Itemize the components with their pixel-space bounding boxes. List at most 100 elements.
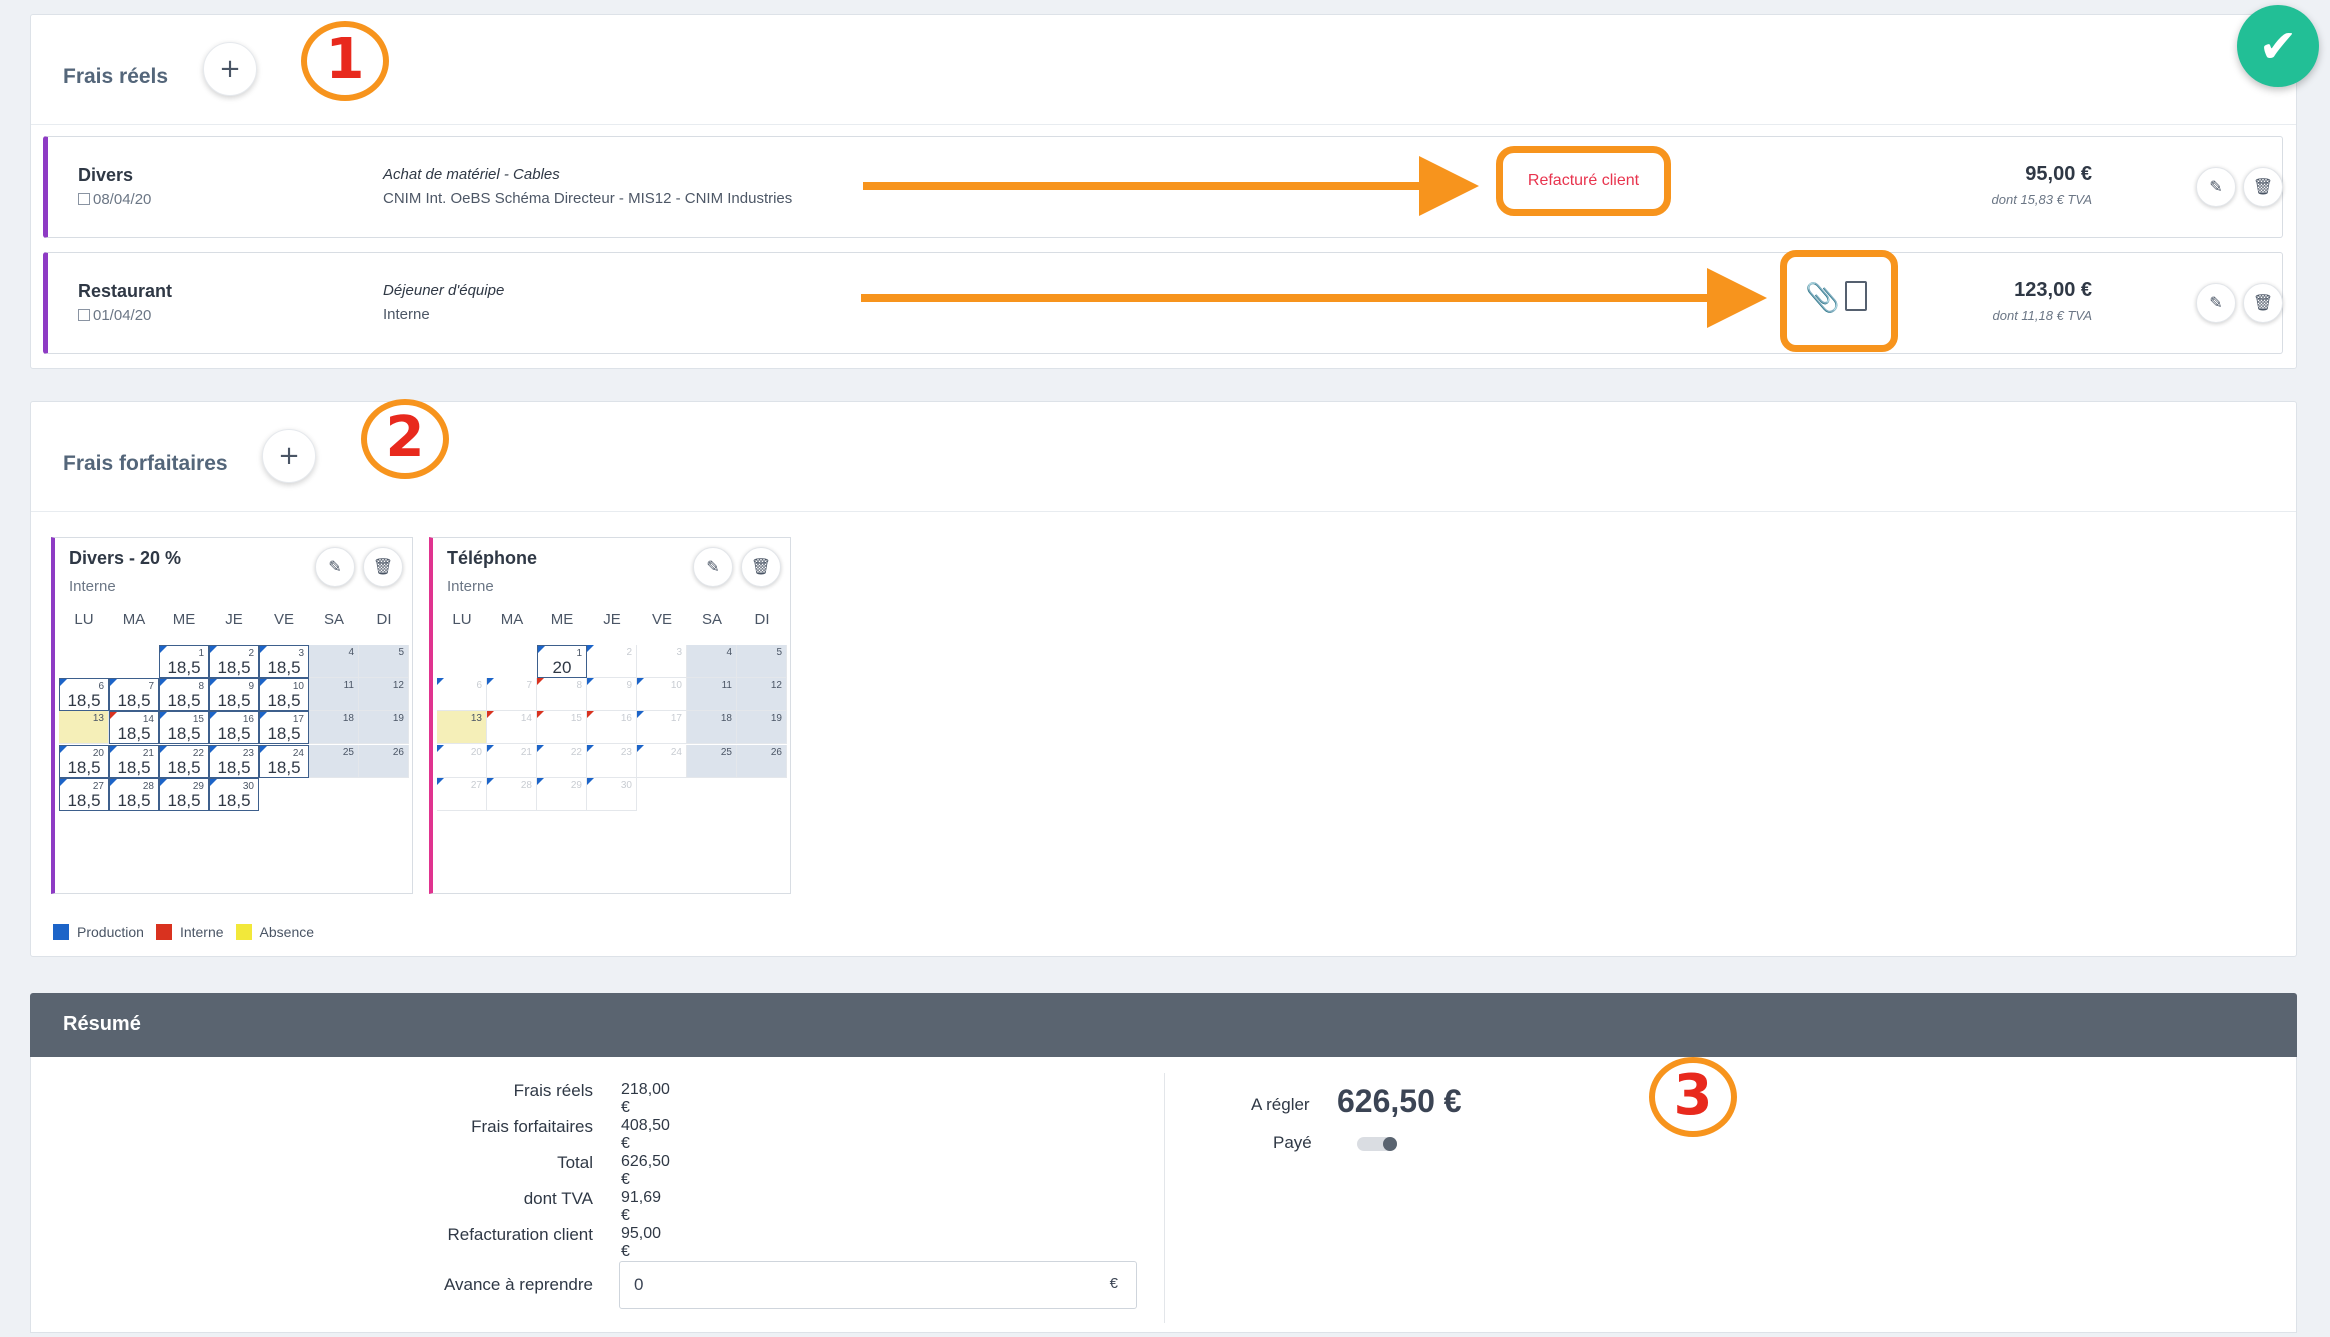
calendar-day-cell[interactable]: 16: [587, 711, 637, 745]
validate-check-button[interactable]: ✔: [2237, 5, 2319, 87]
calendar-day-cell[interactable]: 22: [537, 744, 587, 778]
day-number: 2: [626, 647, 632, 658]
calendar-day-cell[interactable]: 22 18,5: [159, 744, 209, 778]
pencil-icon: ✎: [2209, 177, 2223, 196]
calendar-day-cell[interactable]: 29 18,5: [159, 777, 209, 811]
calendar-day-cell[interactable]: 15: [537, 711, 587, 745]
calendar-day-cell[interactable]: 14 18,5: [109, 711, 159, 745]
calendar-day-cell[interactable]: 6 18,5: [59, 678, 109, 712]
file-image-icon[interactable]: [1845, 281, 1867, 311]
day-value: 20: [552, 658, 572, 677]
calendar-day-cell[interactable]: 2: [587, 645, 637, 678]
paye-toggle[interactable]: [1357, 1137, 1397, 1151]
calendar-day-cell[interactable]: 27: [437, 777, 487, 811]
calendar-day-cell[interactable]: 1 18,5: [159, 645, 209, 678]
delete-expense-button[interactable]: 🗑: [2243, 283, 2283, 323]
calendar-day-cell[interactable]: 7: [487, 678, 537, 712]
calendar-day-cell[interactable]: 13: [437, 711, 487, 745]
calendar-day-cell[interactable]: 20 18,5: [59, 744, 109, 778]
calendar-day-cell[interactable]: 28: [487, 777, 537, 811]
summary-value: 626,50 €: [621, 1153, 670, 1188]
calendar-day-cell[interactable]: 12: [359, 678, 409, 712]
calendar-day-cell[interactable]: 26: [359, 744, 409, 778]
calendar-day-cell[interactable]: 21: [487, 744, 537, 778]
calendar-day-cell[interactable]: 5: [359, 645, 409, 678]
calendar-day-cell[interactable]: 24: [637, 744, 687, 778]
calendar-day-cell[interactable]: 17: [637, 711, 687, 745]
day-number: 5: [776, 647, 782, 658]
calendar-day-cell[interactable]: 28 18,5: [109, 777, 159, 811]
calendar-day-cell[interactable]: 17 18,5: [259, 711, 309, 745]
calendar-day-cell[interactable]: 10: [637, 678, 687, 712]
calendar-day-cell[interactable]: 25: [309, 744, 359, 778]
day-number: 4: [348, 647, 354, 658]
edit-expense-button[interactable]: ✎: [2196, 283, 2236, 323]
day-number: 19: [392, 713, 404, 725]
calendar-day-cell[interactable]: 6: [437, 678, 487, 712]
calendar-day-cell[interactable]: 18: [309, 711, 359, 745]
day-marker: [637, 711, 644, 719]
day-marker: [260, 679, 267, 687]
calendar-day-cell[interactable]: 1 20: [537, 645, 587, 678]
day-value: 18,5: [267, 658, 301, 677]
delete-expense-button[interactable]: 🗑: [2243, 167, 2283, 207]
calendar-day-cell[interactable]: 7 18,5: [109, 678, 159, 712]
calendar-day-cell[interactable]: 27 18,5: [59, 777, 109, 811]
delete-calendar-button[interactable]: 🗑: [741, 547, 781, 587]
paperclip-icon[interactable]: 📎: [1805, 281, 1840, 314]
add-frais-reel-button[interactable]: +: [203, 42, 257, 96]
weekday-label: SA: [701, 611, 722, 628]
day-value: 18,5: [217, 658, 251, 677]
edit-expense-button[interactable]: ✎: [2196, 167, 2236, 207]
calendar-day-cell[interactable]: 8: [537, 678, 587, 712]
calendar-day-cell[interactable]: 12: [737, 678, 787, 712]
day-marker: [110, 745, 117, 753]
calendar-day-cell[interactable]: 11: [309, 678, 359, 712]
calendar-day-cell[interactable]: 5: [737, 645, 787, 678]
edit-calendar-button[interactable]: ✎: [315, 547, 355, 587]
calendar-day-cell[interactable]: 23: [587, 744, 637, 778]
calendar-day-cell[interactable]: 15 18,5: [159, 711, 209, 745]
calendar-day-cell[interactable]: 29: [537, 777, 587, 811]
calendar-day-cell[interactable]: 4: [309, 645, 359, 678]
day-number: 27: [470, 779, 482, 791]
expense-row[interactable]: Restaurant 01/04/20 Déjeuner d'équipe In…: [43, 250, 2283, 354]
expense-date: 01/04/20: [78, 307, 151, 324]
day-value: 18,5: [67, 757, 101, 777]
expense-row[interactable]: Divers 08/04/20 Achat de matériel - Cabl…: [43, 136, 2283, 238]
edit-calendar-button[interactable]: ✎: [693, 547, 733, 587]
calendar-day-cell[interactable]: 16 18,5: [209, 711, 259, 745]
calendar-day-cell[interactable]: 21 18,5: [109, 744, 159, 778]
calendar-day-cell[interactable]: 11: [687, 678, 737, 712]
add-frais-forfaitaire-button[interactable]: +: [262, 429, 316, 483]
calendar-day-cell[interactable]: 24 18,5: [259, 744, 309, 778]
day-number: 18: [720, 713, 732, 725]
calendar-day-cell[interactable]: 2 18,5: [209, 645, 259, 678]
calendar-day-cell[interactable]: 19: [359, 711, 409, 745]
calendar-day-cell[interactable]: 10 18,5: [259, 678, 309, 712]
day-marker: [537, 777, 544, 785]
day-number: 13: [470, 713, 482, 725]
calendar-day-cell[interactable]: 3 18,5: [259, 645, 309, 678]
calendar-day-cell[interactable]: 14: [487, 711, 537, 745]
advance-input[interactable]: 0 €: [619, 1261, 1137, 1309]
calendar-day-cell[interactable]: 9 18,5: [209, 678, 259, 712]
calendar-day-cell[interactable]: 30: [587, 777, 637, 811]
calendar-day-cell[interactable]: 23 18,5: [209, 744, 259, 778]
calendar-day-cell[interactable]: 19: [737, 711, 787, 745]
calendar-day-cell[interactable]: 18: [687, 711, 737, 745]
calendar-day-cell[interactable]: 9: [587, 678, 637, 712]
calendar-day-cell[interactable]: 4: [687, 645, 737, 678]
calendar-day-cell[interactable]: 20: [437, 744, 487, 778]
day-marker: [587, 645, 594, 652]
day-value: 18,5: [117, 724, 151, 744]
calendar-day-cell[interactable]: 25: [687, 744, 737, 778]
calendar-day-cell[interactable]: 3: [637, 645, 687, 678]
calendar-day-cell[interactable]: 30 18,5: [209, 777, 259, 811]
calendar-day-cell[interactable]: 26: [737, 744, 787, 778]
delete-calendar-button[interactable]: 🗑: [363, 547, 403, 587]
annotation-badge-2: 2: [361, 399, 449, 479]
calendar-day-cell[interactable]: 13: [59, 711, 109, 745]
calendar-day-cell[interactable]: 8 18,5: [159, 678, 209, 712]
day-number: 18: [342, 713, 354, 725]
